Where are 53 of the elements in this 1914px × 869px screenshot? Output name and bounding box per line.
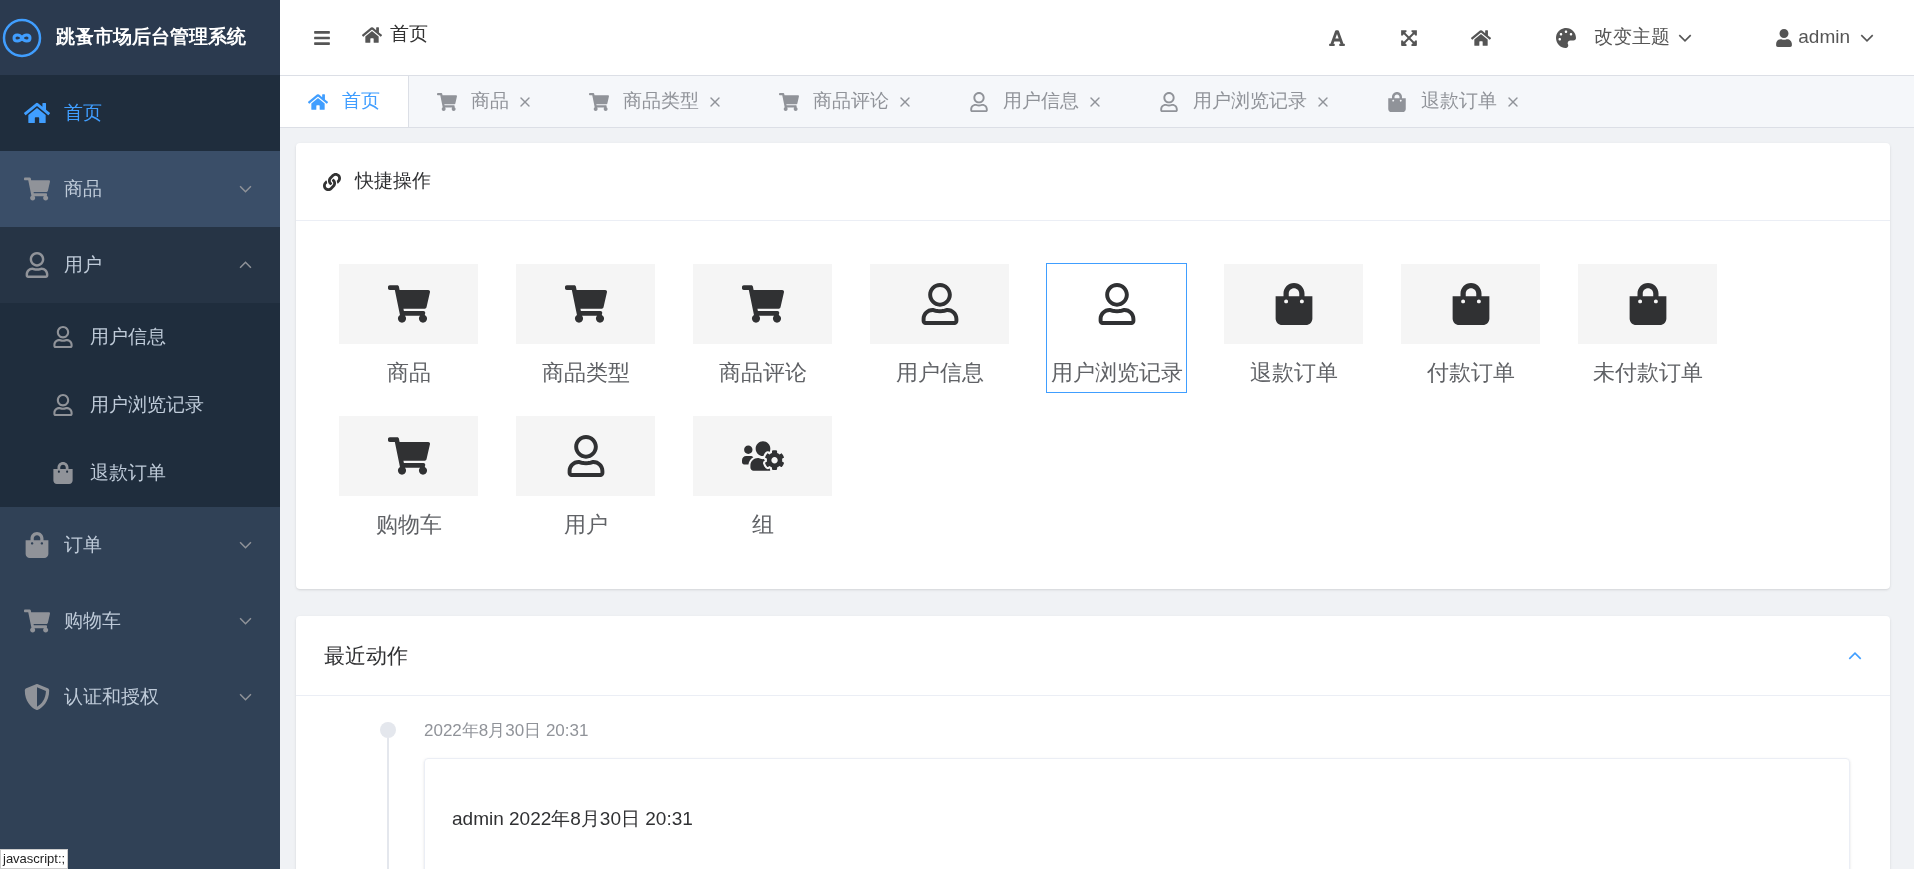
- cart-icon: [387, 435, 430, 477]
- cart-icon: [589, 91, 609, 112]
- theme-menu[interactable]: 改变主题: [1556, 23, 1693, 52]
- submenu-item[interactable]: 退款订单: [0, 439, 280, 507]
- chevron-down-icon: [239, 185, 252, 193]
- chevron-down-icon: [239, 541, 252, 549]
- breadcrumb-link[interactable]: 首页: [362, 20, 428, 49]
- user-icon: [24, 252, 50, 278]
- bag-icon: [24, 532, 50, 558]
- cart-icon: [564, 283, 607, 325]
- user-icon: [52, 326, 74, 348]
- card-title: 快捷操作: [355, 169, 431, 194]
- submenu-item[interactable]: 用户信息: [0, 303, 280, 371]
- cart-icon: [779, 91, 799, 112]
- shortcut-tile[interactable]: 用户浏览记录: [1046, 263, 1187, 393]
- submenu-item[interactable]: 用户浏览记录: [0, 371, 280, 439]
- chevron-down-icon: [1678, 33, 1693, 42]
- home-icon: [1471, 27, 1492, 48]
- palette-icon: [1556, 27, 1577, 48]
- link-icon: [323, 172, 341, 191]
- home-icon: [24, 100, 50, 126]
- shield-icon: [24, 684, 50, 710]
- app-title: 跳蚤市场后台管理系统: [56, 25, 246, 50]
- home-icon: [308, 91, 328, 112]
- status-tooltip: javascript:;: [0, 849, 69, 869]
- collapse-icon[interactable]: [1848, 651, 1862, 660]
- sidebar-item[interactable]: 首页: [0, 75, 280, 151]
- cart-icon: [24, 608, 50, 634]
- chevron-up-icon: [239, 261, 252, 269]
- bag-icon: [1387, 91, 1407, 112]
- font-icon: [1328, 28, 1347, 47]
- user-icon: [52, 394, 74, 416]
- home-icon: [362, 24, 382, 45]
- chevron-down-icon: [239, 617, 252, 625]
- cart-icon: [387, 283, 430, 325]
- chevron-down-icon: [239, 693, 252, 701]
- cart-icon: [24, 176, 50, 202]
- menu-icon: [313, 28, 331, 47]
- timeline-timestamp: 2022年8月30日 20:31: [424, 720, 590, 742]
- cart-icon: [437, 91, 457, 112]
- sidebar-item[interactable]: 商品: [0, 151, 280, 227]
- bag-icon: [52, 462, 74, 484]
- user-icon: [969, 91, 989, 112]
- timeline-entry: admin 2022年8月30日 20:31: [452, 806, 694, 831]
- fullscreen-icon: [1400, 28, 1419, 47]
- cart-icon: [741, 283, 784, 325]
- chevron-down-icon: [1860, 33, 1874, 42]
- user-icon: [1159, 91, 1179, 112]
- sidebar-item[interactable]: 用户: [0, 227, 280, 303]
- card-title: 最近动作: [324, 642, 409, 669]
- user-menu[interactable]: admin: [1776, 23, 1874, 52]
- infinity-logo-icon: [2, 17, 42, 58]
- user-icon: [1776, 28, 1793, 47]
